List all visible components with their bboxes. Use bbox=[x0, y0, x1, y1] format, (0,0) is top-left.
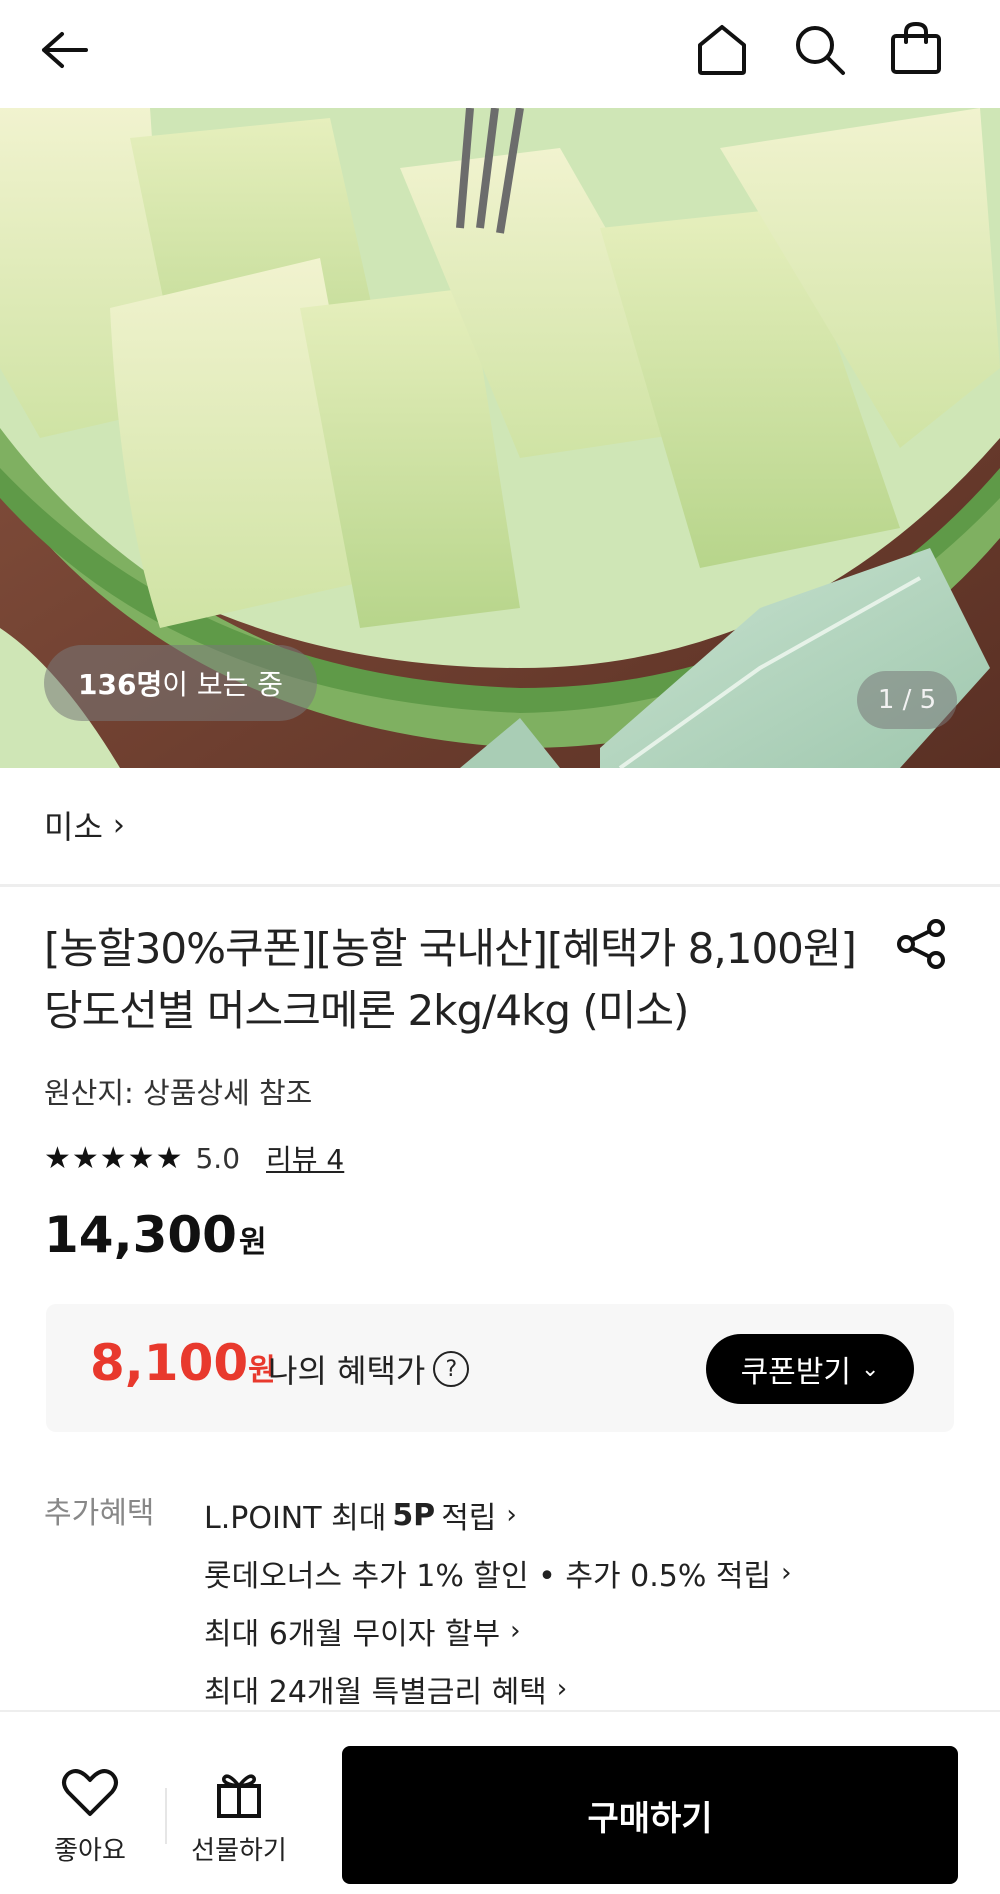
rating-row: ★★★★★ 5.0 리뷰 4 bbox=[44, 1138, 344, 1178]
benefit-item-lpoint[interactable]: L.POINT 최대 5P 적립 › bbox=[204, 1486, 791, 1544]
chevron-right-icon: › bbox=[506, 1500, 517, 1530]
extra-benefits-label: 추가혜택 bbox=[44, 1496, 155, 1531]
home-icon[interactable] bbox=[686, 10, 758, 90]
like-button[interactable]: 좋아요 bbox=[40, 1768, 140, 1867]
benefit-item-text: 롯데오너스 추가 1% 할인 • 추가 0.5% 적립 bbox=[204, 1559, 772, 1594]
buy-button[interactable]: 구매하기 bbox=[342, 1746, 958, 1884]
chevron-right-icon: › bbox=[556, 1674, 568, 1704]
brand-link[interactable]: 미소 › bbox=[44, 802, 125, 848]
benefit-price: 8,100원 bbox=[90, 1334, 276, 1392]
chevron-right-icon: › bbox=[781, 1558, 792, 1588]
benefit-price-value: 8,100 bbox=[90, 1334, 249, 1392]
section-divider bbox=[0, 884, 1000, 887]
arrow-left-icon[interactable] bbox=[28, 14, 100, 86]
benefit-item-points: 5P bbox=[392, 1497, 436, 1533]
benefit-item-lotte-owners[interactable]: 롯데오너스 추가 1% 할인 • 추가 0.5% 적립 › bbox=[204, 1544, 791, 1602]
star-rating: ★★★★★ bbox=[44, 1140, 184, 1176]
shopping-bag-icon[interactable] bbox=[880, 8, 952, 88]
benefit-price-box: 8,100원 나의 혜택가 ? 쿠폰받기 ⌄ bbox=[46, 1304, 954, 1432]
gift-icon bbox=[217, 1774, 261, 1818]
button-separator bbox=[165, 1788, 167, 1844]
origin-info: 원산지: 상품상세 참조 bbox=[44, 1076, 313, 1110]
get-coupon-button[interactable]: 쿠폰받기 ⌄ bbox=[706, 1334, 914, 1404]
benefit-item-text: 최대 24개월 특별금리 혜택 bbox=[204, 1675, 547, 1710]
coupon-button-label: 쿠폰받기 bbox=[740, 1355, 851, 1390]
rating-score: 5.0 bbox=[195, 1141, 241, 1175]
benefit-item-text: 최대 6개월 무이자 할부 bbox=[204, 1617, 501, 1652]
price-unit: 원 bbox=[238, 1225, 267, 1260]
viewers-count: 136명 bbox=[78, 668, 163, 701]
viewers-suffix: 이 보는 중 bbox=[162, 668, 284, 701]
like-label: 좋아요 bbox=[54, 1836, 126, 1866]
bottom-action-bar: 좋아요 선물하기 구매하기 bbox=[0, 1710, 1000, 1894]
benefit-item-installment[interactable]: 최대 6개월 무이자 할부 › bbox=[204, 1602, 791, 1660]
heart-icon bbox=[62, 1769, 118, 1816]
extra-benefits-list: L.POINT 최대 5P 적립 › 롯데오너스 추가 1% 할인 • 추가 0… bbox=[204, 1486, 791, 1718]
brand-name: 미소 bbox=[44, 808, 103, 846]
price-value: 14,300 bbox=[44, 1206, 237, 1264]
viewers-badge: 136명 이 보는 중 bbox=[44, 645, 318, 721]
chevron-right-icon: › bbox=[112, 807, 125, 843]
share-icon[interactable] bbox=[896, 918, 952, 974]
chevron-down-icon: ⌄ bbox=[860, 1356, 880, 1382]
benefit-label: 나의 혜택가 bbox=[268, 1352, 426, 1390]
gift-label: 선물하기 bbox=[191, 1836, 287, 1866]
product-image-gallery[interactable]: 136명 이 보는 중 1 / 5 bbox=[0, 108, 1000, 768]
top-bar bbox=[0, 0, 1000, 108]
chevron-right-icon: › bbox=[510, 1616, 521, 1646]
benefit-label-group: 나의 혜택가 ? bbox=[268, 1346, 470, 1392]
product-price: 14,300원 bbox=[44, 1206, 267, 1264]
image-pager: 1 / 5 bbox=[857, 671, 957, 729]
help-icon[interactable]: ? bbox=[433, 1351, 470, 1387]
product-title: [농할30%쿠폰][농할 국내산][혜택가 8,100원] 당도선별 머스크메론… bbox=[44, 924, 857, 1035]
benefit-item-text-suffix: 적립 bbox=[441, 1501, 497, 1536]
gift-button[interactable]: 선물하기 bbox=[184, 1768, 294, 1867]
search-icon[interactable] bbox=[784, 10, 856, 90]
benefit-item-text: L.POINT 최대 bbox=[204, 1501, 387, 1536]
reviews-link[interactable]: 리뷰 4 bbox=[266, 1138, 344, 1178]
